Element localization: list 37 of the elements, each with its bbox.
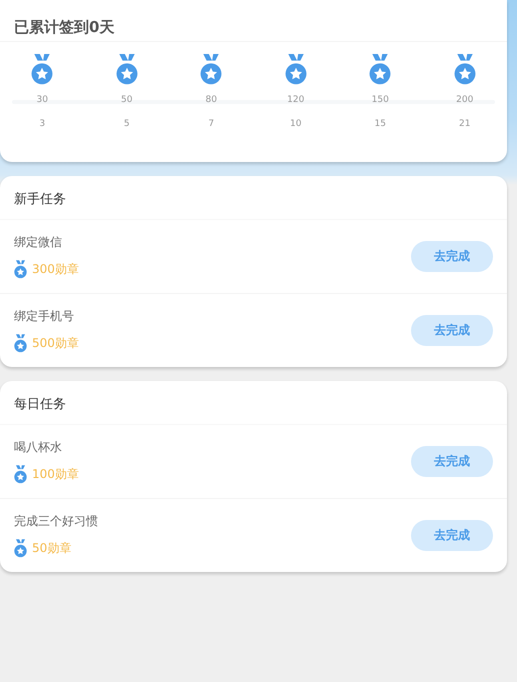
- medal-icon: [14, 464, 27, 484]
- task-name: 喝八杯水: [14, 438, 63, 456]
- section-title: 新手任务: [0, 176, 507, 220]
- task-name: 完成三个好习惯: [14, 512, 98, 530]
- medal-icon: [14, 334, 27, 354]
- reward-text: 300勋章: [32, 261, 79, 278]
- reward-value: 200: [456, 95, 474, 105]
- reward-value: 150: [372, 95, 389, 105]
- complete-button[interactable]: 去完成: [411, 241, 493, 272]
- medal-icon: [369, 54, 392, 87]
- reward-value: 80: [206, 95, 217, 105]
- medal-icon: [454, 54, 476, 87]
- day-count: 15: [374, 119, 386, 129]
- reward-value: 50: [121, 95, 132, 105]
- medal-icon: [116, 54, 138, 87]
- medal-icon: [200, 54, 222, 87]
- complete-button[interactable]: 去完成: [411, 446, 493, 477]
- medal-icon: [14, 260, 27, 280]
- day-count: 5: [124, 119, 130, 129]
- section-title: 每日任务: [0, 381, 507, 425]
- reward-text: 100勋章: [32, 466, 79, 483]
- day-count: 21: [459, 119, 470, 129]
- medal-icon: [14, 538, 27, 558]
- medal-icon: [31, 54, 54, 87]
- task-name: 绑定微信: [14, 234, 63, 250]
- day-count: 7: [208, 119, 214, 129]
- complete-button[interactable]: 去完成: [411, 520, 493, 551]
- reward-text: 50勋章: [32, 540, 72, 557]
- day-count: 3: [39, 119, 46, 129]
- day-count: 10: [290, 119, 302, 129]
- reward-value: 30: [36, 95, 48, 105]
- complete-button[interactable]: 去完成: [411, 315, 493, 346]
- signin-title: 已累计签到0天: [0, 0, 507, 42]
- reward-value: 120: [287, 95, 304, 105]
- task-name: 绑定手机号: [14, 308, 75, 324]
- reward-text: 500勋章: [32, 335, 79, 352]
- medal-icon: [284, 54, 307, 87]
